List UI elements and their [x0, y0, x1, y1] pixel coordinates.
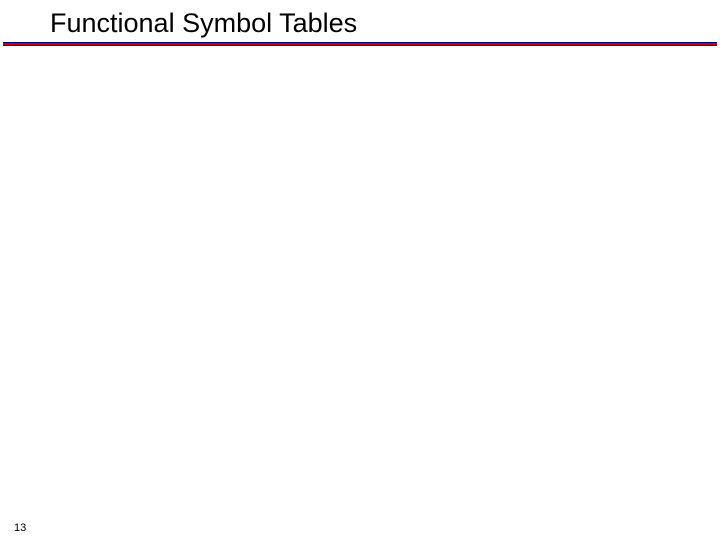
page-number: 13 — [14, 522, 26, 534]
title-rule-inner — [3, 43, 717, 45]
slide-title: Functional Symbol Tables — [50, 8, 357, 39]
